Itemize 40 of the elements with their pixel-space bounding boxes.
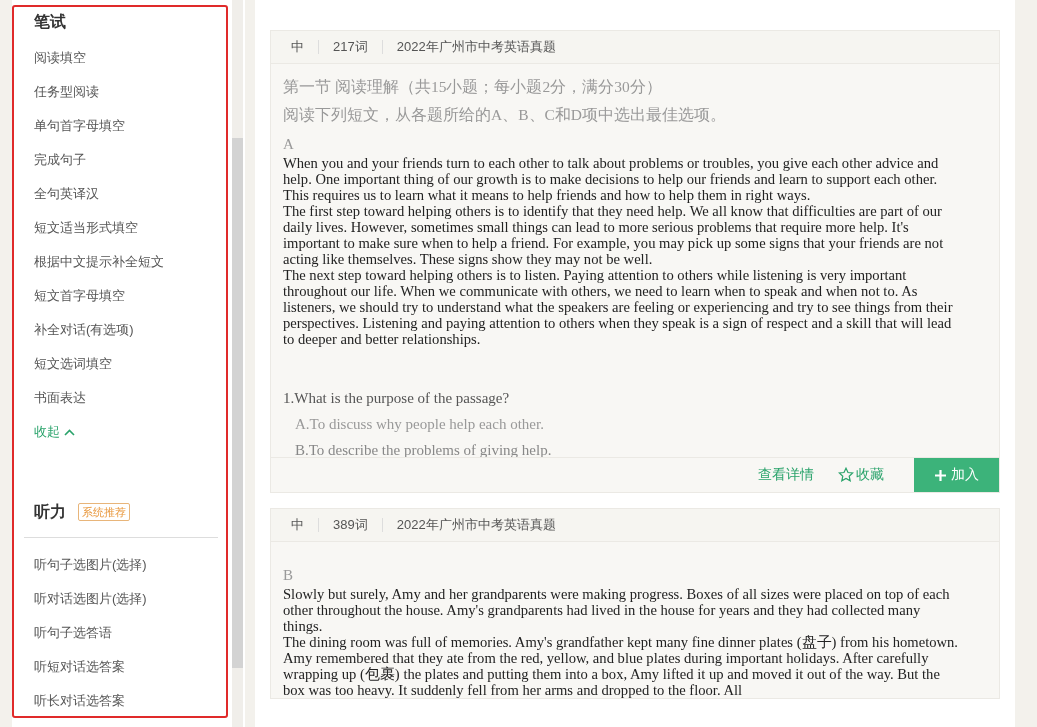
star-icon xyxy=(838,467,854,483)
section-heading: 听力 xyxy=(34,502,66,522)
sidebar-item[interactable]: 补全对话(有选项) xyxy=(34,313,226,347)
word-count: 217词 xyxy=(333,38,368,56)
sidebar-item[interactable]: 听长对话选答案 xyxy=(34,684,226,716)
passage-paragraph: The first step toward helping others is to identify that they need help. We all know that difficulties are part of our daily lives. However, sometimes small things can lead to more serious problems that require more help. It's important to make sure when to help a friend. For example, you may pick up some signs that your friends are not acting like themselves. These signs show they may not be well. xyxy=(283,203,945,267)
passage-paragraph: When you and your friends turn to each other to talk about problems or troubles, you give each other advice and help. One important thing of our growth is to make decisions to help our friends and learn to support each other. This requires us to learn what it means to help friends and how to help them in right ways. xyxy=(283,155,940,203)
sidebar-item[interactable]: 完成句子 xyxy=(34,143,226,177)
sidebar-item[interactable]: 听对话选图片(选择) xyxy=(34,582,226,616)
passage-paragraph: The next step toward helping others is to listen. Paying attention to others while listening is very important throughout our life. When we communicate with others, we need to learn when to speak and when not to. As listeners, we should try to understand what the speakers are feeling or experiencing and try to see things from their perspectives. Listening and paying attention to others when they speak is a sign of respect and a skill that will lead to deeper and better relationships. xyxy=(283,267,954,347)
sidebar-item[interactable]: 听短对话选答案 xyxy=(34,650,226,684)
passage-label: A xyxy=(283,135,295,154)
sidebar-item[interactable]: 阅读填空 xyxy=(34,41,226,75)
passage-paragraph: The dining room was full of memories. Amy's grandfather kept many fine dinner plates (盘子) from his hometown. Amy remembered that they ate from the red, yellow, and blue plates during important holidays. After carefully wrapping up (包裹) the plates and putting them into a box, Amy lifted it up and moved it out of the way. But the box was too heavy. It suddenly fell from her arms and dropped to the floor. All xyxy=(283,634,959,698)
source-label: 2022年广州市中考英语真题 xyxy=(396,38,556,56)
sidebar-item[interactable]: 全句英译汉 xyxy=(34,177,226,211)
difficulty-label: 中 xyxy=(291,38,304,56)
plus-icon xyxy=(934,469,946,481)
caret-icon xyxy=(64,428,75,436)
word-count: 389词 xyxy=(333,516,368,534)
sidebar-item[interactable]: 单句首字母填空 xyxy=(34,109,226,143)
sidebar-item[interactable]: 短文首字母填空 xyxy=(34,279,226,313)
difficulty-label: 中 xyxy=(291,516,304,534)
recommend-badge: 系统推荐 xyxy=(78,503,130,521)
answer-option: A.To discuss why people help each other. xyxy=(295,411,959,437)
source-label: 2022年广州市中考英语真题 xyxy=(396,516,556,534)
sidebar-item[interactable]: 听句子选答语 xyxy=(34,616,226,650)
sidebar-item[interactable]: 根据中文提示补全短文 xyxy=(34,245,226,279)
passage-label: B xyxy=(283,566,294,585)
sidebar-item[interactable]: 书面表达 xyxy=(34,381,226,415)
passage-paragraph: Slowly but surely, Amy and her grandparents were making progress. Boxes of all sizes were placed on top of each other throughout the house. Amy's grandparents had lived in the house for years and they had collected many things. xyxy=(283,586,951,634)
scrollbar-thumb[interactable] xyxy=(232,138,243,668)
sidebar-item[interactable]: 任务型阅读 xyxy=(34,75,226,109)
sidebar-item[interactable]: 听句子选图片(选择) xyxy=(34,548,226,582)
sidebar-item[interactable]: 短文适当形式填空 xyxy=(34,211,226,245)
sidebar-item[interactable]: 短文选词填空 xyxy=(34,347,226,381)
section-title: 第一节 阅读理解（共15小题；每小题2分，满分30分） xyxy=(283,77,663,97)
section-heading: 笔试 xyxy=(34,12,66,32)
question-stem: 1.What is the purpose of the passage? xyxy=(283,389,511,408)
instruction-text: 阅读下列短文，从各题所给的A、B、C和D项中选出最佳选项。 xyxy=(283,105,728,125)
